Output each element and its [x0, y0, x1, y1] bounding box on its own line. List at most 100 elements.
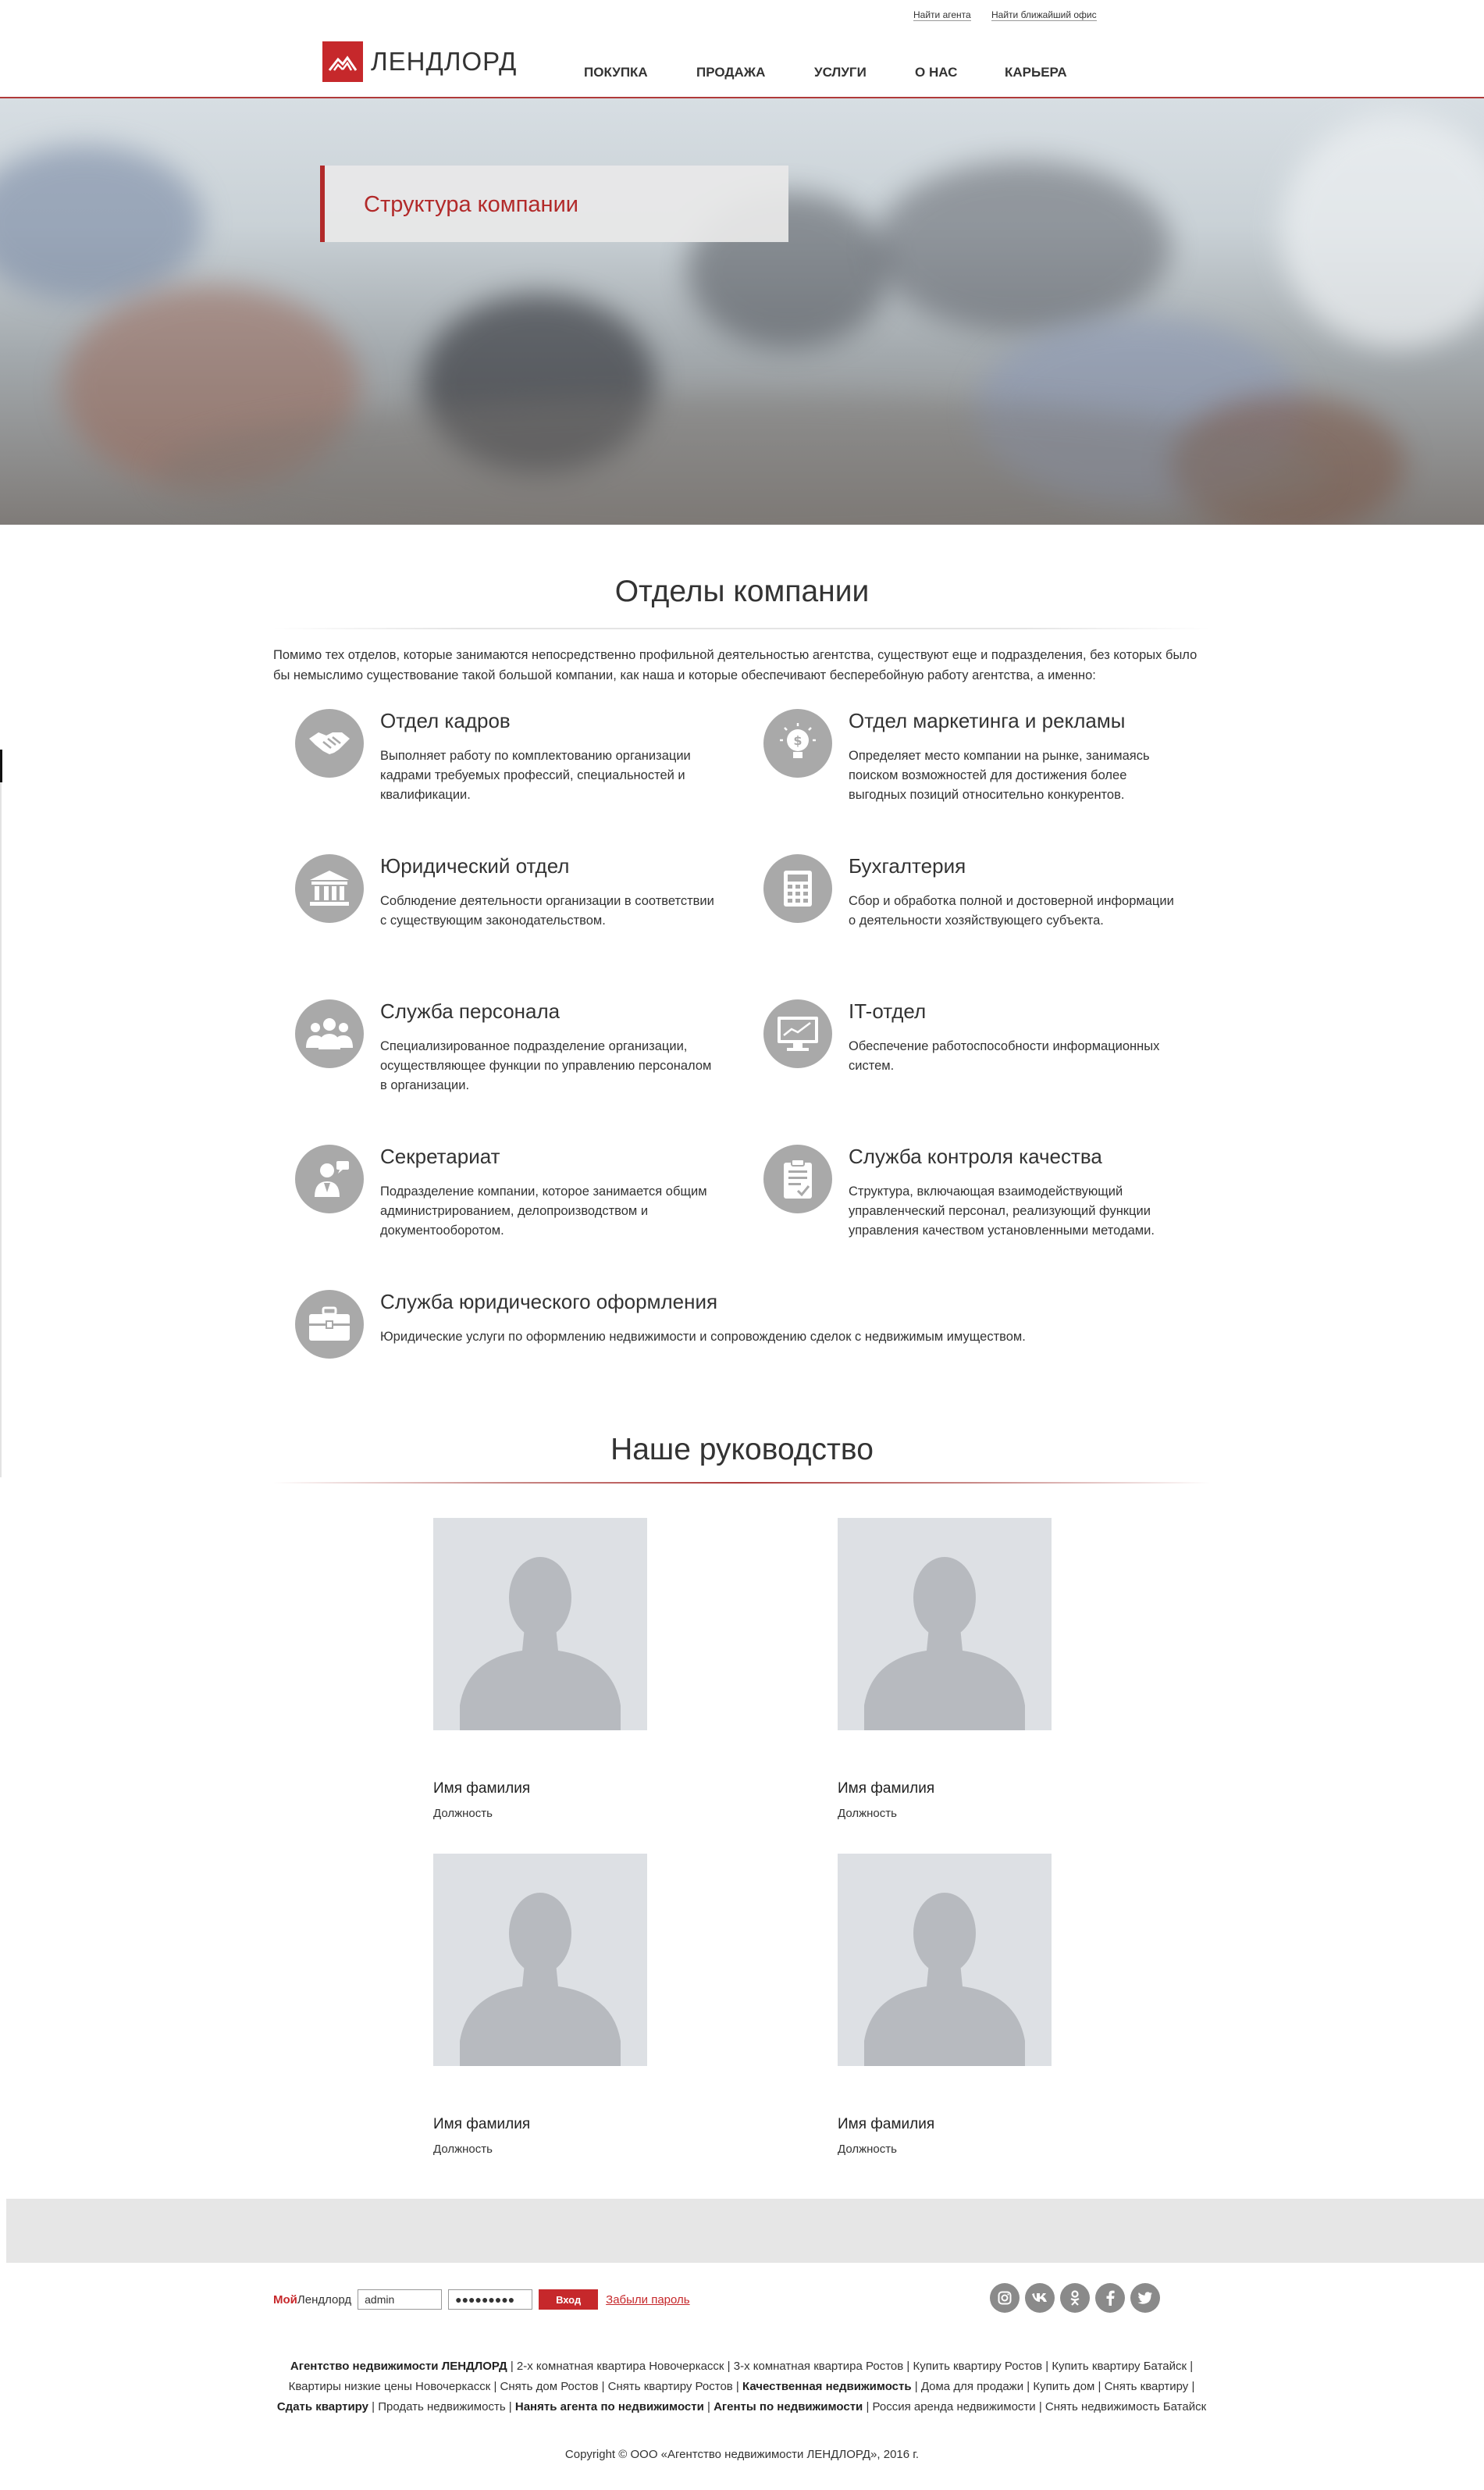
manager-position: Должность	[433, 1807, 493, 1820]
avatar-placeholder	[433, 1518, 647, 1730]
link-separator: |	[1188, 2380, 1195, 2393]
handshake-icon	[295, 709, 364, 778]
department-name: Отдел кадров	[380, 709, 511, 732]
login-button[interactable]: Вход	[539, 2289, 599, 2310]
password-input[interactable]	[448, 2289, 533, 2310]
department-name: Служба юридического оформления	[380, 1290, 718, 1313]
nav-item-about[interactable]: О НАС	[915, 65, 957, 80]
department-description: Структура, включающая взаимодействующий …	[849, 1184, 1155, 1238]
department-description: Соблюдение деятельности организации в со…	[380, 894, 714, 928]
department-description: Обеспечение работоспособности информацио…	[849, 1039, 1160, 1073]
footer-link[interactable]: 2-х комнатная квартира Новочеркасск	[517, 2360, 724, 2373]
logo[interactable]: ЛЕНДЛОРД	[322, 41, 517, 82]
avatar-placeholder	[838, 1854, 1052, 2066]
footer-link[interactable]: 3-х комнатная квартира Ростов	[734, 2360, 904, 2373]
hero-bg-shape	[1280, 114, 1484, 348]
footer-link[interactable]: Снять недвижимость Батайск	[1045, 2400, 1206, 2413]
manager-position: Должность	[838, 1807, 897, 1820]
page-title: Структура компании	[364, 192, 578, 217]
vk-icon[interactable]	[1025, 2283, 1055, 2313]
footer-link[interactable]: Дома для продажи	[921, 2380, 1023, 2393]
footer-link[interactable]: Агенты по недвижимости	[714, 2400, 863, 2413]
divider	[0, 782, 2, 1477]
login-input[interactable]	[358, 2289, 443, 2310]
departments-intro: Помимо тех отделов, которые занимаются н…	[273, 648, 1198, 682]
footer-link[interactable]: Агентство недвижимости ЛЕНДЛОРД	[290, 2360, 507, 2373]
nav-item-services[interactable]: УСЛУГИ	[814, 65, 867, 80]
department-name: Служба контроля качества	[849, 1145, 1102, 1168]
department-name: Секретариат	[380, 1145, 500, 1168]
department-name: Бухгалтерия	[849, 854, 966, 878]
logo-text: ЛЕНДЛОРД	[371, 47, 518, 76]
link-separator: |	[1094, 2380, 1105, 2393]
link-separator: |	[724, 2360, 734, 2373]
department-description: Сбор и обработка полной и достоверной ин…	[849, 894, 1174, 928]
link-separator: |	[863, 2400, 873, 2413]
forgot-password-link[interactable]: Забыли пароль	[606, 2293, 689, 2307]
department-description: Определяет место компании на рынке, зани…	[849, 749, 1150, 802]
link-separator: |	[1042, 2360, 1052, 2373]
briefcase-icon	[295, 1290, 364, 1359]
monitor-chart-icon	[763, 999, 832, 1068]
nav-item-buy[interactable]: ПОКУПКА	[584, 65, 648, 80]
link-separator: |	[505, 2400, 515, 2413]
odnoklassniki-icon[interactable]	[1060, 2283, 1090, 2313]
footer-link[interactable]: Сдать квартиру	[277, 2400, 368, 2413]
footer-link[interactable]: Россия аренда недвижимости	[873, 2400, 1036, 2413]
footer-link[interactable]: Продать недвижимость	[378, 2400, 505, 2413]
footer-link[interactable]: Снять дом Ростов	[500, 2380, 599, 2393]
department-name: Отдел маркетинга и рекламы	[849, 709, 1126, 732]
footer-link[interactable]: Купить дом	[1033, 2380, 1094, 2393]
nav-item-career[interactable]: КАРЬЕРА	[1005, 65, 1067, 80]
manager-name: Имя фамилия	[838, 1780, 935, 1797]
link-separator: |	[1023, 2380, 1034, 2393]
footer-link[interactable]: Снять квартиру	[1105, 2380, 1189, 2393]
department-description: Специализированное подразделение организ…	[380, 1039, 712, 1092]
secretary-icon	[295, 1145, 364, 1213]
lightbulb-dollar-icon: $	[763, 709, 832, 778]
hero-banner: Структура компании	[0, 98, 1484, 525]
svg-text:$: $	[793, 733, 802, 748]
link-separator: |	[507, 2360, 517, 2373]
footer-link[interactable]: Купить квартиру Батайск	[1052, 2360, 1187, 2373]
nav-item-sell[interactable]: ПРОДАЖА	[696, 65, 765, 80]
brand-my: Мой	[273, 2292, 297, 2307]
calculator-icon	[763, 854, 832, 923]
footer-link[interactable]: Квартиры низкие цены Новочеркасск	[289, 2380, 491, 2393]
twitter-icon[interactable]	[1130, 2283, 1160, 2313]
footer-links: Агентство недвижимости ЛЕНДЛОРД | 2-х ко…	[273, 2356, 1210, 2417]
link-separator: |	[598, 2380, 608, 2393]
divider	[273, 628, 1210, 629]
department-description: Юридические услуги по оформлению недвижи…	[380, 1330, 1026, 1344]
footer-link[interactable]: Нанять агента по недвижимости	[515, 2400, 704, 2413]
manager-name: Имя фамилия	[838, 2116, 935, 2132]
instagram-icon[interactable]	[990, 2283, 1020, 2313]
login-form: Мой Лендлорд Вход Забыли пароль	[273, 2288, 690, 2311]
department-description: Выполняет работу по комплектованию орган…	[380, 749, 691, 802]
manager-position: Должность	[433, 2143, 493, 2156]
find-office-link[interactable]: Найти ближайший офис	[991, 9, 1097, 21]
avatar-placeholder	[433, 1854, 647, 2066]
footer-link[interactable]: Купить квартиру Ростов	[913, 2360, 1042, 2373]
link-separator: |	[490, 2380, 500, 2393]
hero-bg-shape	[0, 145, 203, 301]
house-roof-icon	[322, 41, 363, 82]
manager-card: Имя фамилия Должность	[838, 1854, 1052, 2156]
manager-card: Имя фамилия Должность	[838, 1518, 1052, 1820]
scroll-indicator	[0, 750, 2, 782]
footer-link[interactable]: Качественная недвижимость	[742, 2380, 912, 2393]
brand-name: Лендлорд	[297, 2292, 352, 2307]
link-separator: |	[1035, 2400, 1045, 2413]
hero-title-box: Структура компании	[320, 166, 788, 242]
manager-name: Имя фамилия	[433, 2116, 531, 2132]
clipboard-check-icon	[763, 1145, 832, 1213]
department-name: Юридический отдел	[380, 854, 570, 878]
management-title: Наше руководство	[610, 1433, 874, 1466]
link-separator: |	[911, 2380, 921, 2393]
avatar-placeholder	[838, 1518, 1052, 1730]
footer-link[interactable]: Снять квартиру Ростов	[608, 2380, 733, 2393]
department-name: Служба персонала	[380, 999, 561, 1023]
find-agent-link[interactable]: Найти агента	[913, 9, 971, 21]
facebook-icon[interactable]	[1095, 2283, 1125, 2313]
department-description: Подразделение компании, которое занимает…	[380, 1184, 707, 1238]
